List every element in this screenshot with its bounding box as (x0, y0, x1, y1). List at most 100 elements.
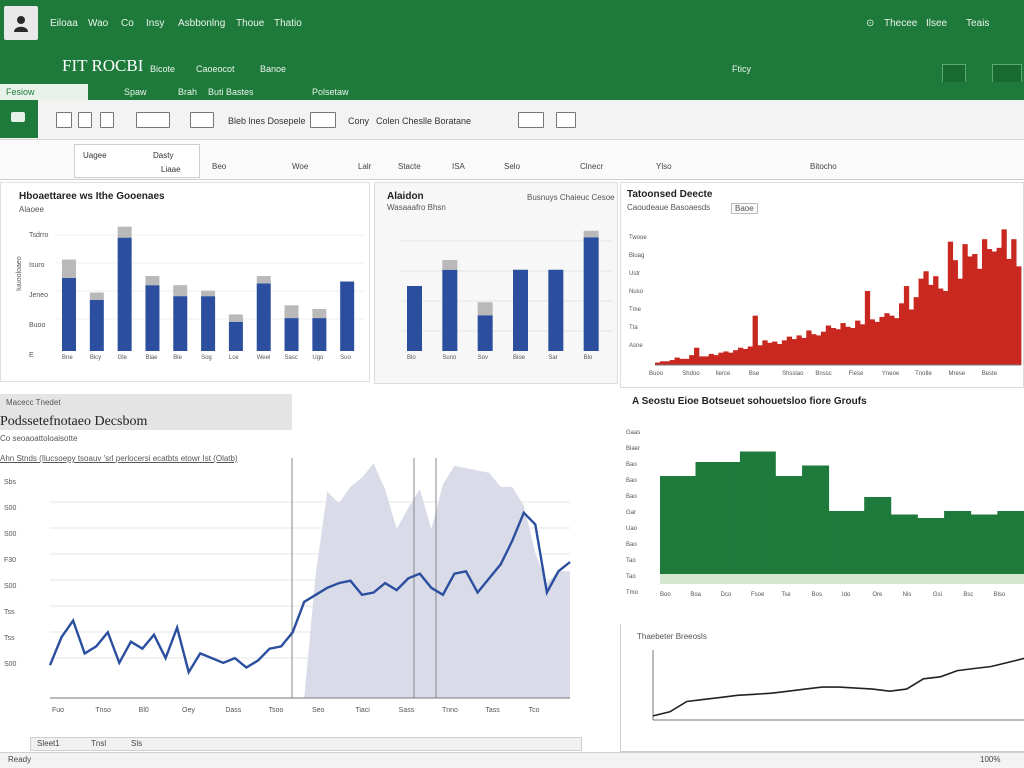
y-tick-label: Twooe (629, 235, 647, 241)
copy-icon[interactable] (100, 112, 114, 128)
sheet-tab-1[interactable]: Sleet1 (37, 739, 60, 748)
x-tick-label: Tass (485, 707, 500, 714)
x-tick-label: Gle (118, 355, 128, 361)
column-header-8[interactable]: Ylso (656, 162, 672, 171)
sort-icon[interactable] (518, 112, 544, 128)
bar (845, 326, 851, 365)
column-header-6[interactable]: Selo (504, 162, 520, 171)
name-box-label-1: Uagee (83, 151, 107, 160)
right-menu-2[interactable]: Ilsee (926, 18, 947, 29)
bar (777, 344, 783, 365)
menu-item-5[interactable]: Asbbonlng (178, 18, 225, 29)
x-tick-label: Bioe (513, 355, 526, 361)
series-line (652, 657, 1024, 717)
menubar-item-3[interactable]: Banoe (260, 64, 286, 74)
y-tick-label: Tss (4, 609, 15, 616)
name-box[interactable]: Uagee Dasty Liaae (74, 144, 200, 178)
bar (669, 360, 675, 365)
table-icon[interactable] (310, 112, 336, 128)
bar (723, 351, 729, 365)
tab-5[interactable]: Polsetaw (306, 84, 355, 100)
menu-item-4[interactable]: Insy (146, 18, 164, 29)
sheet-tab-3[interactable]: Sls (131, 739, 142, 748)
zoom-level[interactable]: 100% (980, 755, 1000, 764)
menu-bar: FIT ROCBI Bicote Caoeocot Banoe Fticy (0, 46, 1024, 88)
ribbon-label-2[interactable]: Cony (348, 116, 369, 126)
bar-cap (284, 305, 299, 319)
bar-chart-panel-1[interactable]: Hboaettaree ws Ithe Gooenaes Alaoee Tsdr… (0, 182, 370, 382)
chart-insert-icon[interactable] (190, 112, 214, 128)
red-chart-panel[interactable]: Tatoonsed Deecte Caoudeaue Basoaesds Bao… (620, 182, 1024, 388)
x-tick-label: Boa (690, 592, 701, 598)
bar (1015, 511, 1024, 574)
sheet-tab-2[interactable]: Tnsl (91, 739, 106, 748)
bottom-chart-panel[interactable]: Thaebeter Breeosls (620, 624, 1024, 752)
bar (967, 256, 973, 365)
right-menu-3[interactable]: Teais (966, 18, 989, 29)
format-icon[interactable] (136, 112, 170, 128)
bar (1006, 258, 1012, 365)
x-tick-label: Boo (660, 592, 671, 598)
x-tick-label: Bne (62, 355, 73, 361)
ribbon-label-1[interactable]: Bleb lnes Dosepele (228, 116, 306, 126)
bar (855, 320, 861, 365)
x-tick-label: Blo (407, 355, 416, 361)
bar (442, 269, 458, 351)
x-tick-label: Sog (201, 355, 212, 361)
bar (772, 341, 778, 365)
column-header-9[interactable]: Bitocho (810, 162, 837, 171)
bar (972, 254, 978, 365)
bar (747, 346, 753, 365)
right-menu-1[interactable]: Thecee (884, 18, 917, 29)
y-tick-label: Buoo (29, 322, 45, 329)
menu-item-2[interactable]: Wao (88, 18, 108, 29)
menubar-item-2[interactable]: Caoeocot (196, 64, 235, 74)
bar-chart-panel-2[interactable]: Alaidon Wasaaafro Bhsn Busnuys Chaieuc C… (374, 182, 618, 384)
account-avatar[interactable] (4, 6, 38, 40)
column-header-7[interactable]: Clnecr (580, 162, 603, 171)
x-tick-label: Gsi (933, 592, 942, 598)
info-icon[interactable]: ⊙ (866, 18, 874, 29)
ribbon-label-3[interactable]: Colen Cheslle Boratane (376, 116, 471, 126)
cut-icon[interactable] (78, 112, 92, 128)
menubar-item-1[interactable]: Bicote (150, 64, 175, 74)
x-tick-label: Blcy (90, 355, 101, 361)
line-chart-panel[interactable]: Macecc Tnedet Podssetefnotaeo Decsbom Co… (0, 390, 618, 736)
bar (952, 511, 963, 574)
y-tick-label: Nuso (629, 289, 644, 295)
bar (977, 268, 983, 365)
y-tick-label: S00 (4, 505, 17, 512)
y-tick-label: Tss (4, 635, 15, 642)
bar (201, 296, 216, 351)
column-header-4[interactable]: Stacte (398, 162, 421, 171)
filter-icon[interactable] (556, 112, 576, 128)
column-header-1[interactable]: Beo (212, 162, 226, 171)
tab-3[interactable]: Brah (172, 84, 203, 100)
menu-item-7[interactable]: Thatio (274, 18, 302, 29)
bar (908, 309, 915, 365)
bar (739, 451, 750, 574)
bar (284, 318, 299, 351)
home-button[interactable] (0, 100, 38, 138)
tab-4[interactable]: Buti Bastes (202, 84, 260, 100)
menu-item-3[interactable]: Co (121, 18, 134, 29)
menu-item-6[interactable]: Thoue (236, 18, 264, 29)
bar (869, 319, 875, 365)
bar (825, 325, 832, 365)
tab-2[interactable]: Spaw (118, 84, 153, 100)
menubar-item-right[interactable]: Fticy (732, 64, 751, 74)
paste-icon[interactable] (56, 112, 72, 128)
y-tick-label: Tme (629, 307, 642, 313)
y-tick-label: Tta (629, 325, 638, 331)
green-chart-panel[interactable]: A Seostu Eioe Botseuet sohouetsloo fiore… (620, 390, 1024, 622)
tab-file[interactable]: Fesiow (0, 84, 88, 100)
y-tick-label: Bao (626, 494, 637, 500)
column-header-5[interactable]: ISA (452, 162, 465, 171)
bar (816, 335, 822, 365)
column-header-3[interactable]: Lalr (358, 162, 371, 171)
y-tick-label: Sbs (4, 479, 17, 486)
menu-item-1[interactable]: Eiloaa (50, 18, 78, 29)
area-fill (50, 463, 570, 698)
column-header-2[interactable]: Woe (292, 162, 308, 171)
x-tick-label: Blo (584, 355, 593, 361)
